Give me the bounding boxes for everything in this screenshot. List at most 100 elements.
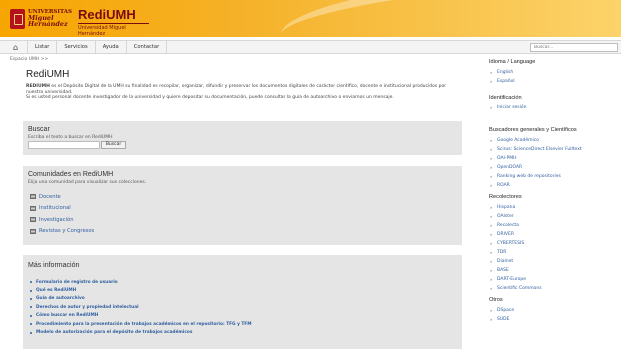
list-item[interactable]: Cómo buscar en RediUMH (30, 312, 252, 320)
header-search-input[interactable] (530, 43, 618, 52)
info-link[interactable]: Guía de autoarchivo (36, 296, 85, 301)
sidebar-item-label[interactable]: Recolecta (497, 223, 519, 228)
arrow-icon: » (490, 174, 493, 179)
sidebar-item-label[interactable]: DRIVER (497, 232, 514, 237)
sidebar-item-label[interactable]: Iniciar sesión (497, 105, 527, 110)
search-panel-hint: Escriba el texto a buscar en RediUMH (28, 135, 113, 140)
sidebar-item-login[interactable]: » Iniciar sesión (490, 105, 527, 110)
sidebar-item-label[interactable]: DSpace (497, 308, 514, 313)
app-subtitle: Universidad Miguel Hernández (78, 23, 149, 37)
site-logo[interactable]: UNIVERSITAS Miguel Hernández RediUMH Uni… (10, 7, 149, 37)
info-link[interactable]: Qué es RediUMH (36, 288, 76, 293)
info-link[interactable]: Modelo de autorización para el depósito … (36, 330, 192, 335)
bullet-icon (30, 306, 32, 309)
arrow-icon: » (490, 232, 493, 237)
community-link[interactable]: Revistas y Congresos (39, 228, 94, 234)
arrow-icon: » (490, 205, 493, 210)
sidebar-item-tdr[interactable]: » TDR (490, 250, 506, 255)
sidebar-item-label[interactable]: SUDE (497, 317, 509, 322)
search-panel: Buscar Escriba el texto a buscar en Redi… (23, 121, 462, 155)
arrow-icon: » (490, 308, 493, 313)
page-title: RediUMH (26, 69, 70, 80)
sidebar-item-label[interactable]: ROAR (497, 183, 510, 188)
sidebar-item-roar[interactable]: » ROAR (490, 183, 510, 188)
sidebar-item-label[interactable]: Español (497, 79, 515, 84)
community-item-institucional[interactable]: Institucional (30, 203, 94, 215)
community-item-revistas[interactable]: Revistas y Congresos (30, 226, 94, 238)
community-item-docente[interactable]: Docente (30, 191, 94, 203)
sidebar-item-dialnet[interactable]: » Dialnet (490, 259, 513, 264)
sidebar-item-oai[interactable]: » OAI-PMH (490, 156, 516, 161)
breadcrumb[interactable]: Espacio UMH >> (10, 57, 48, 62)
sidebar-item-label[interactable]: BASE (497, 268, 509, 273)
info-link[interactable]: Formulario de registro de usuario (36, 280, 118, 285)
sidebar-item-label[interactable]: English (497, 70, 513, 75)
community-link[interactable]: Investigación (39, 217, 73, 223)
sidebar-item-sude[interactable]: » SUDE (490, 317, 509, 322)
folder-icon (30, 205, 36, 211)
list-item[interactable]: Qué es RediUMH (30, 286, 252, 294)
sidebar-item-espanol[interactable]: » Español (490, 79, 515, 84)
sidebar-item-label[interactable]: OpenDOAR (497, 165, 522, 170)
home-icon[interactable]: ⌂ (11, 43, 20, 52)
sidebar-item-oaister[interactable]: » OAIster (490, 214, 514, 219)
arrow-icon: » (490, 250, 493, 255)
sidebar-item-opendoar[interactable]: » OpenDOAR (490, 165, 522, 170)
list-item[interactable]: Formulario de registro de usuario (30, 278, 252, 286)
sidebar-item-driver[interactable]: » DRIVER (490, 232, 514, 237)
bullet-icon (30, 314, 32, 317)
sidebar-item-cybertesis[interactable]: » CYBERTESIS (490, 241, 524, 246)
arrow-icon: » (490, 156, 493, 161)
info-link[interactable]: Cómo buscar en RediUMH (36, 313, 98, 318)
nav-item-listar[interactable]: Listar (27, 41, 58, 54)
info-link[interactable]: Procedimiento para la presentación de tr… (36, 322, 252, 327)
sidebar-item-scientific-commons[interactable]: » Scientific Commons (490, 286, 542, 291)
sidebar-item-label[interactable]: Ranking web de repositories (497, 174, 561, 179)
list-item[interactable]: Procedimiento para la presentación de tr… (30, 320, 252, 328)
sidebar-item-label[interactable]: Hispana (497, 205, 515, 210)
sidebar-item-label[interactable]: DART-Europe (497, 277, 526, 282)
list-item[interactable]: Modelo de autorización para el depósito … (30, 328, 252, 336)
sidebar-item-scirus[interactable]: » Scirus: ScienceDirect Elsevier Fulltext (490, 147, 582, 152)
nav-item-ayuda[interactable]: Ayuda (96, 41, 127, 54)
arrow-icon: » (490, 79, 493, 84)
sidebar-item-base[interactable]: » BASE (490, 268, 509, 273)
list-item[interactable]: Derechos de autor y propiedad intelectua… (30, 303, 252, 311)
arrow-icon: » (490, 223, 493, 228)
search-button[interactable]: Buscar (101, 141, 126, 149)
community-link[interactable]: Docente (39, 194, 61, 200)
arrow-icon: » (490, 147, 493, 152)
sidebar-item-label[interactable]: Dialnet (497, 259, 513, 264)
sidebar-item-google[interactable]: » Google Académico (490, 138, 539, 143)
bullet-icon (30, 281, 32, 284)
sidebar-item-label[interactable]: CYBERTESIS (497, 241, 524, 246)
sidebar-item-dspace[interactable]: » DSpace (490, 308, 514, 313)
intro-description: es el Depósito Digital de la UMH su fina… (26, 84, 447, 95)
search-input[interactable] (28, 141, 100, 149)
sidebar-item-dart[interactable]: » DART-Europe (490, 277, 526, 282)
list-item[interactable]: Guía de autoarchivo (30, 295, 252, 303)
search-panel-title: Buscar (28, 126, 50, 133)
info-link[interactable]: Derechos de autor y propiedad intelectua… (36, 305, 139, 310)
bullet-icon (30, 323, 32, 326)
nav-item-servicios[interactable]: Servicios (57, 41, 96, 54)
banner-decoration (277, 0, 621, 37)
community-item-investigacion[interactable]: Investigación (30, 214, 94, 226)
communities-title: Comunidades en RediUMH (28, 171, 114, 178)
communities-subtitle: Elija una comunidad para visualizar sus … (28, 180, 147, 185)
sidebar-item-english[interactable]: » English (490, 70, 513, 75)
sidebar-item-label[interactable]: Scientific Commons (497, 286, 542, 291)
sidebar-item-label[interactable]: Scirus: ScienceDirect Elsevier Fulltext (497, 147, 582, 152)
sidebar-item-hispana[interactable]: » Hispana (490, 205, 515, 210)
community-link[interactable]: Institucional (39, 205, 71, 211)
sidebar-item-label[interactable]: TDR (497, 250, 506, 255)
university-seal-icon (10, 9, 25, 29)
sidebar-item-label[interactable]: OAI-PMH (497, 156, 516, 161)
nav-item-contactar[interactable]: Contactar (127, 41, 168, 54)
arrow-icon: » (490, 105, 493, 110)
more-info-title: Más información (28, 262, 80, 269)
sidebar-item-label[interactable]: OAIster (497, 214, 514, 219)
sidebar-item-label[interactable]: Google Académico (497, 138, 539, 143)
sidebar-item-recolecta[interactable]: » Recolecta (490, 223, 519, 228)
sidebar-item-ranking[interactable]: » Ranking web de repositories (490, 174, 561, 179)
